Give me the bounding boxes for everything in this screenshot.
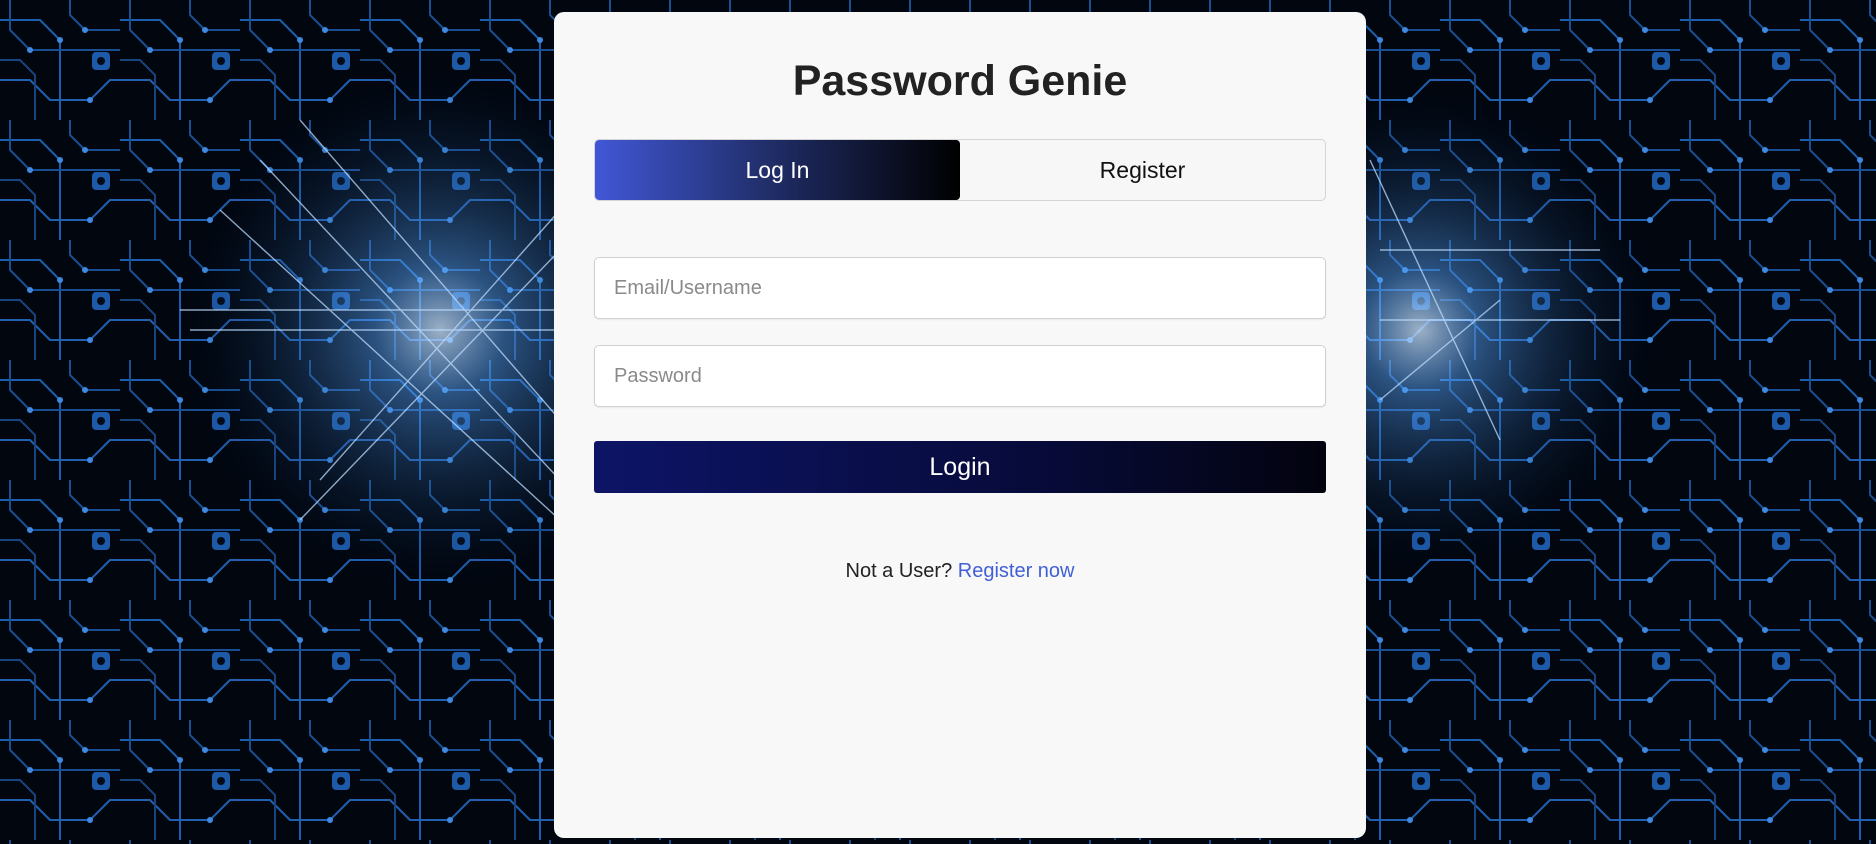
tab-register[interactable]: Register: [960, 140, 1325, 200]
not-a-user-text: Not a User?: [845, 560, 953, 582]
password-input[interactable]: [594, 345, 1326, 407]
register-prompt: Not a User? Register now: [554, 560, 1366, 583]
login-card: Password Genie Log In Register Login Not…: [554, 12, 1366, 838]
email-username-input[interactable]: [594, 257, 1326, 319]
register-now-link[interactable]: Register now: [958, 560, 1075, 582]
tab-log-in[interactable]: Log In: [595, 140, 960, 200]
auth-tabs: Log In Register: [594, 139, 1326, 201]
app-title: Password Genie: [792, 57, 1128, 105]
login-button[interactable]: Login: [594, 441, 1326, 493]
